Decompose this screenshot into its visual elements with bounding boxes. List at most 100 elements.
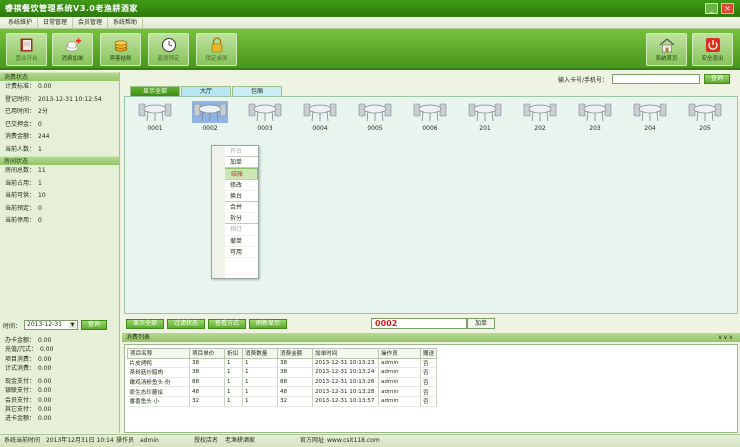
toolbar: 营业开台 消费加单 宾客结账 宴席预定 锁定桌面 系统首页 安全退出 — [0, 29, 740, 70]
menu-bar: 系统维护 日常管理 会员管理 系统帮助 — [0, 17, 740, 29]
column-header[interactable]: 项目单价 — [189, 348, 225, 359]
banquet-label: 宴席预定 — [157, 56, 180, 62]
room-tile[interactable]: 204 — [628, 101, 672, 132]
consume-row: 已交押金： 0 — [5, 120, 42, 128]
card-search-button[interactable]: 查询 — [703, 74, 730, 84]
consume-row: 已用时间： 2分 — [5, 108, 48, 115]
room-tile[interactable]: 0004 — [298, 101, 342, 132]
view-mode-button[interactable]: 查看方式 — [208, 319, 247, 329]
room-number: 204 — [644, 125, 656, 132]
room-number-input[interactable]: 0002 — [371, 318, 467, 329]
status-bar: 系统当前时间 2013年12月31日 10:14 操作员 admin 授权店名 … — [0, 434, 740, 447]
finance-row: 计式消费： 0.00 — [5, 364, 52, 372]
consume-row: 当前人数： 1 — [5, 145, 42, 153]
column-header[interactable]: 消费数量 — [242, 348, 278, 359]
column-header[interactable]: 项目名称 — [127, 348, 190, 359]
card-search-input[interactable] — [611, 74, 700, 84]
finance-row: 充值/冗式： 0.00 — [5, 346, 54, 354]
room-status-row: 当前可供： 10 — [5, 192, 46, 199]
finance-row: 银联支付： 0.00 — [5, 387, 52, 395]
table-row[interactable]: 番香鱼头·小 32 1 1 32 2013-12-31 10:13:57 admin 否 — [127, 396, 438, 407]
table-row[interactable]: 原生态珍蘑烩 48 1 1 48 2013-12-31 10:13:28 admin 否 — [127, 386, 438, 397]
finance-row: 办卡金额： 0.00 — [5, 337, 52, 344]
room-tile[interactable]: 0005 — [353, 101, 397, 132]
minimize-button[interactable]: _ — [705, 3, 718, 14]
filter-status-button[interactable]: 过滤状态 — [167, 319, 206, 329]
column-header[interactable]: 赠送 — [419, 348, 438, 359]
room-tile[interactable]: 205 — [683, 101, 727, 132]
lock-desk-label: 锁定桌面 — [205, 56, 228, 62]
tab-private-room[interactable]: 包厢 — [232, 86, 282, 96]
menu-member[interactable]: 会员管理 — [73, 17, 109, 28]
room-status-row: 当前占用： 1 — [5, 179, 42, 187]
coins-icon — [112, 37, 130, 53]
table-row[interactable]: 茶树菇炒腊肉 38 1 1 38 2013-12-31 10:13:24 admin 否 — [127, 367, 438, 378]
finance-row: 项目消费： 0.00 — [5, 355, 52, 363]
exit-button[interactable]: 安全退出 — [692, 33, 733, 66]
refresh-button[interactable]: 刷新显示 — [249, 319, 288, 329]
room-number: 0006 — [422, 125, 438, 132]
room-tabs: 显示全部 大厅 包厢 — [130, 86, 283, 96]
collapse-chevrons-icon[interactable]: ∨∨∨ — [718, 333, 734, 342]
cup-plus-icon — [64, 37, 82, 53]
column-header[interactable]: 消费金额 — [277, 348, 313, 359]
card-search-label: 输入卡号/手机号： — [557, 76, 608, 84]
room-tile[interactable]: 201 — [463, 101, 507, 132]
dining-table-icon — [247, 101, 283, 123]
column-header[interactable]: 折扣 — [224, 348, 243, 359]
dining-table-icon — [632, 101, 668, 123]
open-table-label: 营业开台 — [15, 56, 38, 62]
dining-table-icon — [687, 101, 723, 123]
add-order-label: 消费加单 — [61, 56, 84, 62]
status-site[interactable]: www.csit118.com — [327, 435, 380, 447]
menu-daily[interactable]: 日常管理 — [38, 17, 74, 28]
room-tile-selected[interactable]: 0002 — [188, 101, 232, 132]
menu-system[interactable]: 系统维护 — [3, 17, 39, 28]
dining-table-icon — [467, 101, 503, 123]
banquet-button[interactable]: 宴席预定 — [148, 33, 189, 66]
room-tile[interactable]: 0006 — [408, 101, 452, 132]
consume-row: 消费金额： 244 — [5, 133, 50, 140]
checkout-button[interactable]: 宾客结账 — [100, 33, 141, 66]
room-status-row: 当前停用： 0 — [5, 217, 42, 224]
consumption-table: 项目名称 项目单价 折扣 消费数量 消费金额 加单时间 操作员 赠送 片皮烤鸭 3… — [127, 348, 438, 407]
dropdown-arrow-icon[interactable]: ▼ — [69, 322, 77, 328]
room-number: 202 — [534, 125, 546, 132]
close-button[interactable]: × — [721, 3, 734, 14]
add-order-inline-button[interactable]: 加单 — [467, 318, 495, 329]
dining-table-icon — [302, 101, 338, 123]
column-header[interactable]: 操作员 — [378, 348, 421, 359]
room-number: 205 — [699, 125, 711, 132]
home-button[interactable]: 系统首页 — [646, 33, 687, 66]
dining-table-icon — [137, 101, 173, 123]
lock-desk-button[interactable]: 锁定桌面 — [196, 33, 237, 66]
lock-icon — [208, 37, 226, 53]
title-bar: 睿祺餐饮管理系统V3.0老渔耕酒家 _ × — [0, 0, 740, 17]
date-picker[interactable]: 2013-12-31 ▼ — [24, 320, 79, 330]
room-tile[interactable]: 203 — [573, 101, 617, 132]
table-row[interactable]: 嫩鸡汤粉鱼头·份 88 1 1 88 2013-12-31 10:13:26 admin 否 — [127, 377, 438, 388]
main-area: 输入卡号/手机号： 查询 显示全部 大厅 包厢 0001 0002 0003 0… — [122, 72, 740, 433]
room-tile[interactable]: 0001 — [133, 101, 177, 132]
finance-summary: 办卡金额： 0.00 充值/冗式： 0.00 项目消费： 0.00 计式消费： 0.00… — [0, 336, 120, 424]
table-row[interactable]: 片皮烤鸭 38 1 1 38 2013-12-31 10:13:23 admin 否 — [127, 358, 438, 369]
show-all-button[interactable]: 显示全部 — [126, 319, 165, 329]
tab-hall[interactable]: 大厅 — [181, 86, 231, 96]
consume-row: 登记时间： 2013-12-31 10:12:54 — [5, 95, 102, 103]
consumption-header: 消费列表 ∨∨∨ — [122, 333, 740, 342]
consume-row: 计费标准： 0.00 — [5, 83, 52, 90]
tab-all[interactable]: 显示全部 — [130, 86, 180, 96]
open-table-button[interactable]: 营业开台 — [6, 33, 47, 66]
power-icon — [704, 37, 722, 53]
column-header[interactable]: 加单时间 — [312, 348, 379, 359]
room-actions: 显示全部 过滤状态 查看方式 刷新显示 — [126, 319, 288, 329]
room-tile[interactable]: 202 — [518, 101, 562, 132]
window-title: 睿祺餐饮管理系统V3.0老渔耕酒家 — [5, 4, 138, 13]
status-operator-label: 操作员 — [116, 437, 135, 444]
menu-help[interactable]: 系统帮助 — [108, 17, 144, 28]
room-number: 203 — [589, 125, 601, 132]
room-number: 0005 — [367, 125, 383, 132]
room-tile[interactable]: 0003 — [243, 101, 287, 132]
date-query-button[interactable]: 查询 — [81, 320, 108, 330]
add-order-button[interactable]: 消费加单 — [52, 33, 93, 66]
